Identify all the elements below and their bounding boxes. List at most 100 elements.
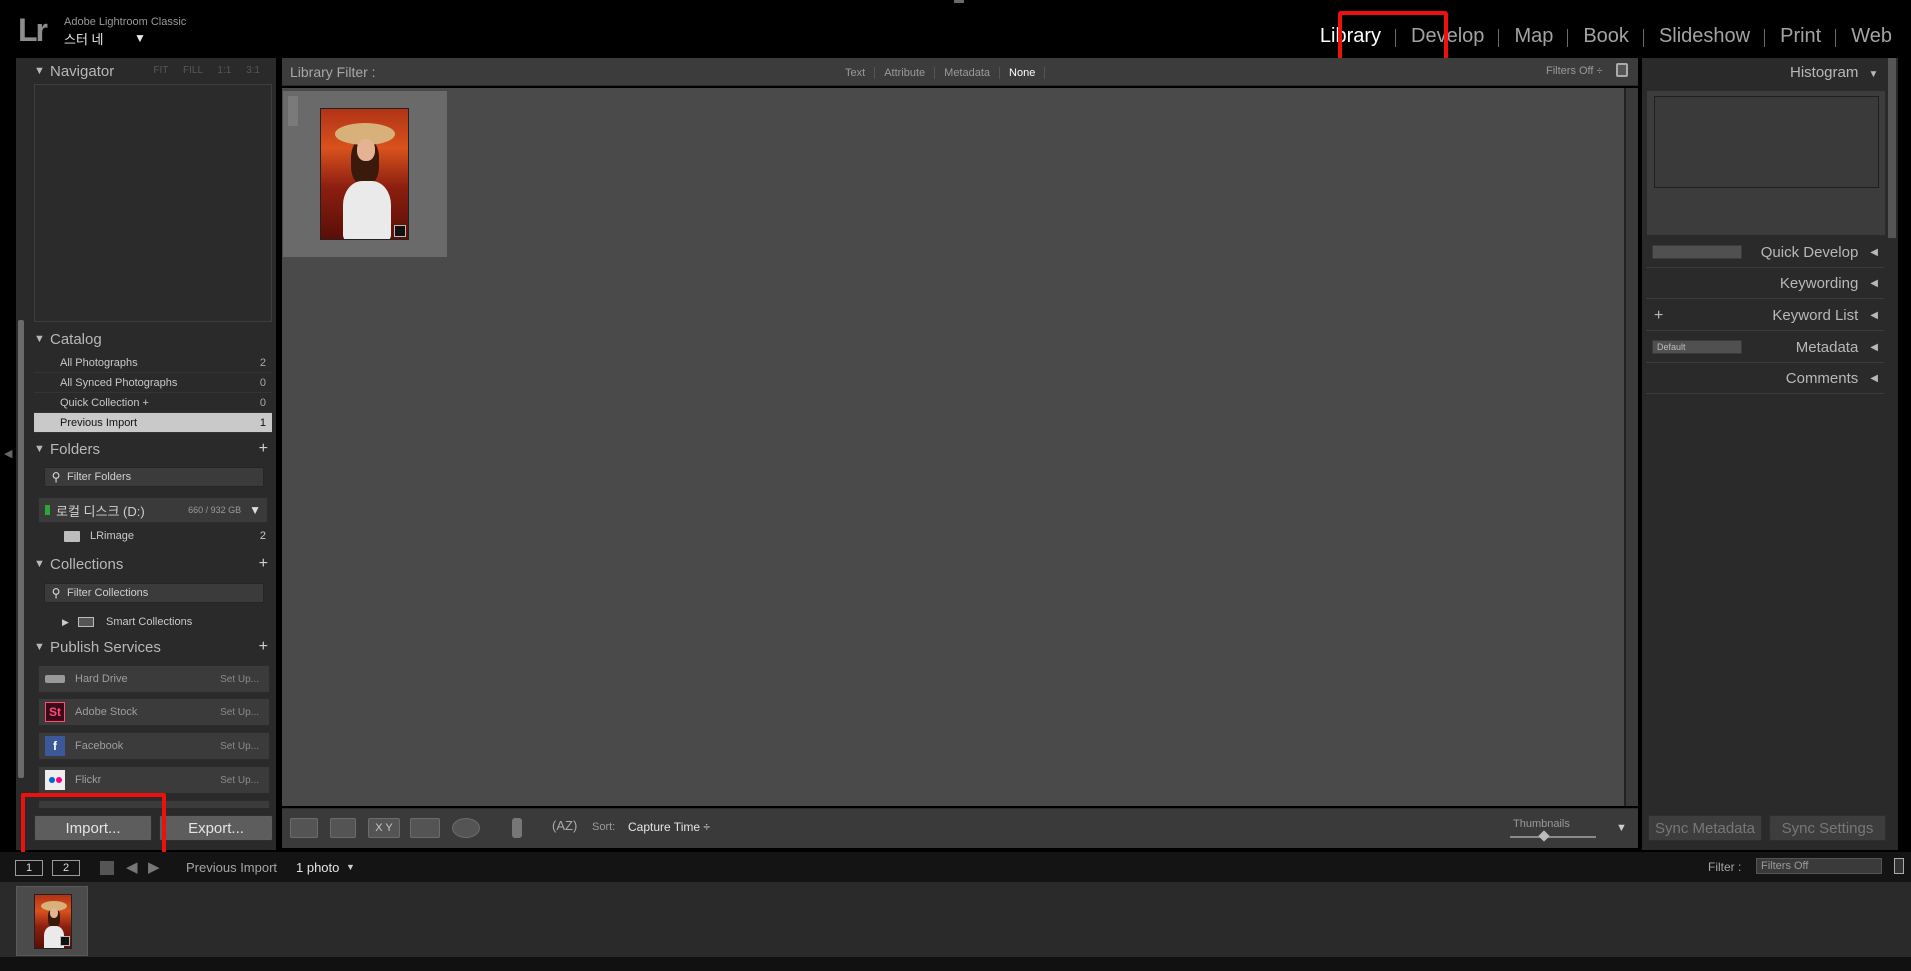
search-icon: ⚲ (51, 470, 61, 484)
thumbnails-label: Thumbnails (1513, 818, 1570, 830)
left-panel-collapse-icon[interactable]: ◀ (4, 447, 12, 460)
grid-view-icon[interactable] (100, 861, 114, 875)
export-button[interactable]: Export... (159, 815, 273, 841)
filter-tab-text[interactable]: Text (836, 67, 876, 79)
expand-triangle-icon: ◀ (1870, 373, 1878, 384)
catalog-item-quick-collection[interactable]: Quick Collection +0 (34, 393, 272, 413)
publish-facebook[interactable]: f Facebook Set Up... (38, 732, 270, 760)
folders-title: Folders (50, 440, 101, 458)
grid-view-icon[interactable] (290, 818, 318, 838)
expand-triangle-icon[interactable]: ▶ (62, 617, 78, 628)
catalog-item-all-photographs[interactable]: All Photographs 2 (34, 353, 272, 373)
grid-view[interactable] (282, 88, 1624, 806)
volume-local-disk[interactable]: 로컬 디스크 (D:) 660 / 932 GB ▼ (38, 497, 268, 523)
sort-label: Sort: (592, 821, 616, 833)
search-icon: ⚲ (51, 586, 61, 600)
right-panel-scrollbar[interactable] (1888, 58, 1896, 238)
filter-tab-attribute[interactable]: Attribute (875, 67, 936, 79)
sync-settings-button[interactable]: Sync Settings (1769, 815, 1886, 841)
sort-dropdown[interactable]: Capture Time ÷ (628, 820, 710, 834)
left-panel-scrollbar[interactable] (18, 320, 24, 778)
smart-collection-icon (78, 617, 94, 627)
window-2-button[interactable]: 2 (52, 860, 80, 876)
edit-badge-icon[interactable] (394, 225, 406, 237)
publish-flickr[interactable]: Flickr Set Up... (38, 766, 270, 794)
catalog-header[interactable]: ▼ Catalog (34, 326, 272, 352)
people-view-icon[interactable] (452, 818, 480, 838)
catalog-item-previous-import[interactable]: Previous Import 1 (34, 413, 272, 433)
hard-drive-icon (45, 669, 65, 689)
navigator-preview[interactable] (34, 84, 272, 322)
folders-header[interactable]: ▼ Folders + (34, 436, 272, 462)
keyword-list-header[interactable]: + Keyword List ◀ (1646, 301, 1884, 331)
filter-tab-metadata[interactable]: Metadata (935, 67, 1001, 79)
module-slideshow[interactable]: Slideshow (1644, 25, 1766, 48)
metadata-preset-select[interactable]: Default (1652, 340, 1742, 354)
filter-folders-input[interactable]: ⚲ Filter Folders (44, 467, 264, 487)
library-toolbar (282, 808, 1638, 848)
setup-link[interactable]: Set Up... (220, 674, 259, 685)
collections-header[interactable]: ▼ Collections + (34, 551, 272, 577)
filmstrip-source[interactable]: Previous Import (186, 860, 277, 875)
back-arrow-icon[interactable]: ◀ (126, 858, 138, 876)
window-1-button[interactable]: 1 (15, 860, 43, 876)
add-folder-icon[interactable]: + (259, 440, 268, 458)
compare-view-icon[interactable]: X Y (368, 818, 400, 838)
filmstrip-photo-count[interactable]: 1 photo (296, 860, 339, 875)
filmstrip-filter-select[interactable]: Filters Off (1756, 858, 1882, 874)
edit-badge-icon[interactable] (60, 936, 70, 946)
histogram-header[interactable]: Histogram ▼ (1790, 64, 1878, 81)
add-publish-service-icon[interactable]: + (259, 638, 268, 656)
filter-tab-none[interactable]: None (1000, 67, 1046, 79)
filmstrip-lock-icon[interactable] (1894, 858, 1904, 874)
module-book[interactable]: Book (1568, 25, 1644, 48)
add-collection-icon[interactable]: + (259, 555, 268, 573)
setup-link[interactable]: Set Up... (220, 707, 259, 718)
lock-icon[interactable] (1616, 63, 1628, 77)
volume-dropdown-icon[interactable]: ▼ (249, 503, 261, 517)
collection-item-smart-collections[interactable]: ▶ Smart Collections (34, 612, 272, 632)
painter-spray-icon[interactable] (512, 818, 522, 838)
module-web[interactable]: Web (1836, 25, 1907, 48)
navigator-zoom-options[interactable]: FIT FILL 1:1 3:1 (153, 65, 260, 76)
collapse-triangle-icon: ▼ (1868, 69, 1879, 80)
photo-thumbnail[interactable] (320, 108, 409, 240)
publish-services-header[interactable]: ▼ Publish Services + (34, 634, 272, 660)
survey-view-icon[interactable] (410, 818, 440, 838)
module-map[interactable]: Map (1499, 25, 1569, 48)
folder-icon (64, 530, 80, 542)
cell-index-marker (288, 96, 298, 126)
setup-link[interactable]: Set Up... (220, 741, 259, 752)
identity-dropdown-arrow-icon[interactable]: ▼ (134, 31, 146, 45)
setup-link[interactable]: Set Up... (220, 775, 259, 786)
volume-status-led (45, 505, 50, 515)
loupe-view-icon[interactable] (330, 818, 356, 838)
lightroom-logo: Lr (18, 12, 48, 48)
thumbnail-size-slider[interactable] (1510, 836, 1596, 838)
add-keyword-icon[interactable]: + (1654, 307, 1663, 325)
forward-arrow-icon[interactable]: ▶ (148, 858, 160, 876)
sort-direction-icon[interactable]: (AZ) (552, 818, 577, 833)
expand-triangle-icon: ◀ (1870, 342, 1878, 353)
keywording-header[interactable]: Keywording ◀ (1646, 269, 1884, 299)
filmstrip-toolbar (0, 852, 1911, 882)
publish-hard-drive[interactable]: Hard Drive Set Up... (38, 665, 270, 693)
navigator-title: Navigator (50, 62, 115, 80)
navigator-header[interactable]: ▼ Navigator FIT FILL 1:1 3:1 (34, 58, 272, 84)
comments-header[interactable]: Comments ◀ (1646, 364, 1884, 394)
toolbar-menu-icon[interactable]: ▼ (1616, 822, 1627, 834)
publish-adobe-stock[interactable]: St Adobe Stock Set Up... (38, 698, 270, 726)
sync-metadata-button[interactable]: Sync Metadata (1648, 815, 1762, 841)
filter-presets-dropdown[interactable]: Filters Off ÷ (1546, 65, 1603, 77)
identity-plate-name[interactable]: 스터 네 (64, 29, 104, 48)
catalog-item-all-synced[interactable]: All Synced Photographs 0 (34, 373, 272, 393)
library-filter-tabs: Text Attribute Metadata None (836, 67, 1046, 79)
grid-scrollbar[interactable] (1624, 88, 1638, 806)
folder-item-lrimage[interactable]: LRimage 2 (34, 526, 272, 546)
collapse-triangle-icon: ▼ (34, 443, 45, 455)
top-panel-grip[interactable] (954, 0, 964, 3)
filter-collections-input[interactable]: ⚲ Filter Collections (44, 583, 264, 603)
dropdown-arrow-icon[interactable]: ▼ (346, 862, 355, 872)
module-print[interactable]: Print (1765, 25, 1837, 48)
quick-develop-preset-select[interactable] (1652, 245, 1742, 259)
